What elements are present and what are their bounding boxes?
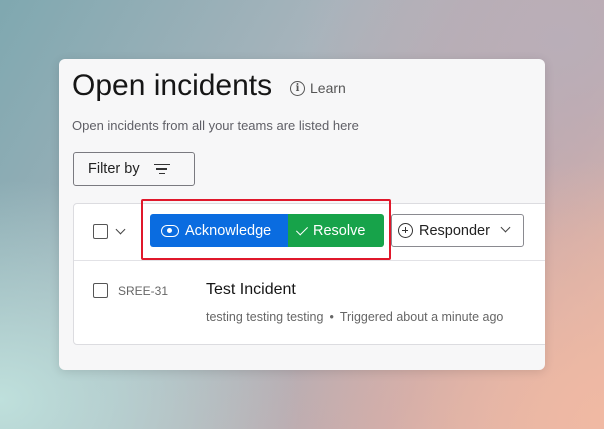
learn-label: Learn <box>310 80 346 96</box>
plus-circle-icon <box>398 223 413 238</box>
filter-label: Filter by <box>88 161 140 177</box>
page-title: Open incidents <box>72 69 273 102</box>
incident-title[interactable]: Test Incident <box>206 281 296 299</box>
filter-icon <box>153 163 170 175</box>
incident-meta: testing testing testing • Triggered about … <box>206 310 503 324</box>
page-subtitle: Open incidents from all your teams are l… <box>72 118 359 133</box>
highlight-box <box>141 199 391 260</box>
responder-label: Responder <box>419 222 490 239</box>
row-checkbox[interactable] <box>93 283 108 298</box>
filter-by-button[interactable]: Filter by <box>73 152 195 186</box>
info-icon: i <box>290 80 305 96</box>
incident-id: SREE-31 <box>118 284 169 298</box>
chevron-down-icon[interactable] <box>115 224 126 235</box>
incident-description: testing testing testing <box>206 310 324 324</box>
learn-link[interactable]: i Learn <box>290 80 346 96</box>
responder-button[interactable]: Responder <box>391 214 524 247</box>
incident-status: Triggered about a minute ago <box>339 310 504 324</box>
chevron-down-icon <box>500 222 511 233</box>
separator-dot: • <box>329 310 334 324</box>
select-all-checkbox[interactable] <box>93 224 108 239</box>
